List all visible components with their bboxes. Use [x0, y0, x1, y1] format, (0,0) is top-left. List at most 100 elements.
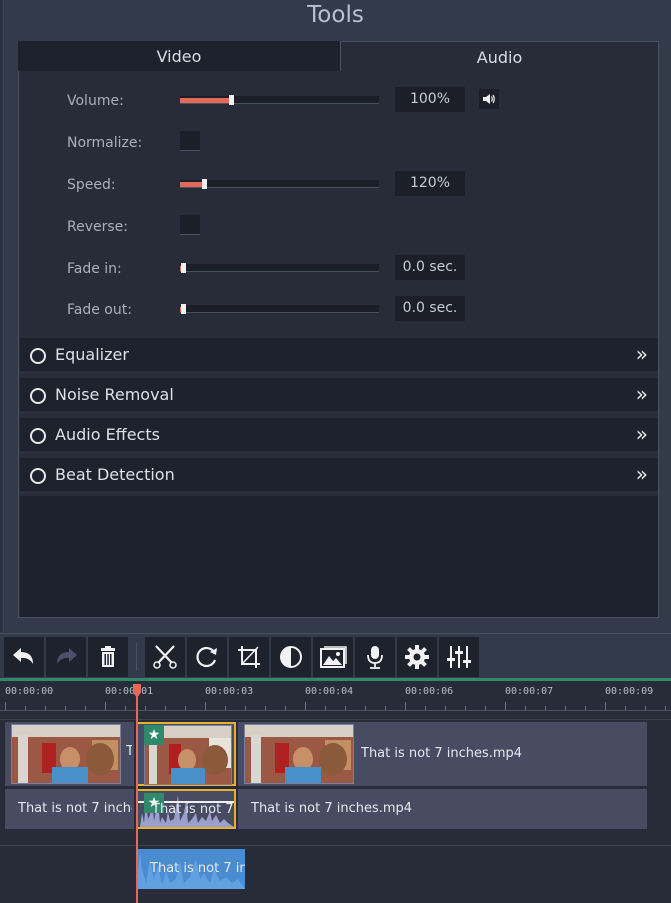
contrast-icon	[280, 646, 302, 668]
toolbar-divider	[0, 633, 671, 634]
clip-label: That is not 7 inches.mp4	[251, 801, 413, 816]
audio-mixer-button[interactable]	[439, 637, 479, 677]
normalize-row: Normalize:	[19, 129, 659, 159]
tool-tabs: Video Audio	[18, 41, 659, 73]
ruler-tick	[105, 702, 106, 710]
color-adjust-button[interactable]	[271, 637, 311, 677]
window-edge	[0, 0, 4, 632]
record-voice-button[interactable]	[355, 637, 395, 677]
video-clip[interactable]: T	[5, 722, 134, 786]
section-beat-detection[interactable]: Beat Detection »	[20, 458, 658, 494]
speed-slider-thumb[interactable]	[202, 179, 207, 189]
image-overlay-button[interactable]	[313, 637, 353, 677]
clip-label: That is not 7 in	[150, 861, 245, 876]
volume-slider[interactable]	[180, 95, 379, 105]
ruler-tick	[265, 706, 266, 710]
fade-out-slider[interactable]	[180, 304, 379, 314]
volume-value[interactable]: 100%	[395, 87, 465, 112]
ruler-tick	[445, 706, 446, 710]
clip-properties-button[interactable]	[397, 637, 437, 677]
section-title: Audio Effects	[55, 425, 160, 444]
ruler-tick	[205, 702, 206, 710]
playhead-line[interactable]	[136, 684, 138, 903]
rotate-icon	[196, 646, 217, 668]
ruler-label: 00:00:06	[405, 686, 454, 697]
radio-circle-icon	[30, 428, 46, 444]
ruler-label: 00:00:00	[5, 686, 54, 697]
ruler-tick	[465, 706, 466, 710]
fade-out-value[interactable]: 0.0 sec.	[395, 296, 465, 321]
section-audio-effects[interactable]: Audio Effects »	[20, 418, 658, 454]
redo-icon	[57, 648, 77, 664]
crop-button[interactable]	[229, 637, 269, 677]
star-icon: ★	[144, 725, 164, 745]
tab-video[interactable]: Video	[18, 41, 340, 72]
delete-button[interactable]	[88, 637, 128, 677]
tab-audio[interactable]: Audio	[340, 41, 659, 73]
clip-label: T	[126, 744, 132, 759]
ruler-tick	[485, 706, 486, 710]
speaker-icon	[483, 94, 495, 104]
ruler-tick	[285, 706, 286, 710]
audio-clip[interactable]: That is not 7 inches.mp4	[238, 789, 647, 829]
ruler-label: 00:00:03	[205, 686, 254, 697]
gear-icon	[405, 645, 429, 669]
audio-properties-panel: Volume: 100% Normalize: Speed: 120% Reve…	[18, 71, 659, 618]
ruler-label: 00:00:07	[505, 686, 554, 697]
rotate-button[interactable]	[187, 637, 227, 677]
speed-row: Speed: 120%	[19, 171, 659, 201]
trash-icon	[101, 646, 115, 667]
fade-in-value[interactable]: 0.0 sec.	[395, 255, 465, 280]
ruler-tick	[645, 706, 646, 710]
ruler-tick	[125, 706, 126, 710]
mute-button[interactable]	[479, 89, 499, 109]
undo-button[interactable]	[4, 637, 44, 677]
audio-clip-selected[interactable]: ★ That is not 7	[136, 789, 236, 829]
speed-slider[interactable]	[180, 179, 379, 189]
fade-out-slider-thumb[interactable]	[181, 304, 186, 314]
ruler-tick	[425, 706, 426, 710]
ruler-tick	[325, 706, 326, 710]
speed-value[interactable]: 120%	[395, 171, 465, 196]
redo-button[interactable]	[46, 637, 86, 677]
ruler-label: 00:00:04	[305, 686, 354, 697]
volume-row: Volume: 100%	[19, 87, 659, 117]
track-separator	[0, 719, 671, 720]
clip-label: That is not 7 inches.mp4	[361, 746, 523, 761]
timeline-ruler[interactable]: 00:00:00 00:00:01 00:00:03 00:00:04 00:0…	[0, 681, 671, 711]
ruler-tick	[665, 706, 666, 710]
video-clip-selected[interactable]: ★	[136, 722, 236, 786]
timeline[interactable]: 00:00:00 00:00:01 00:00:03 00:00:04 00:0…	[0, 681, 671, 903]
split-button[interactable]	[145, 637, 185, 677]
fade-out-label: Fade out:	[67, 302, 132, 318]
fade-in-slider-thumb[interactable]	[181, 263, 186, 273]
radio-circle-icon	[30, 348, 46, 364]
audio-clip[interactable]: That is not 7 inche	[5, 789, 134, 829]
section-title: Equalizer	[55, 345, 129, 364]
audio-track-clip[interactable]: That is not 7 in	[136, 849, 245, 889]
normalize-label: Normalize:	[67, 135, 143, 151]
volume-slider-thumb[interactable]	[229, 95, 234, 105]
toolbar-separator	[136, 643, 137, 671]
video-thumbnail	[11, 724, 121, 784]
video-clip[interactable]: That is not 7 inches.mp4	[238, 722, 647, 786]
section-noise-removal[interactable]: Noise Removal »	[20, 378, 658, 414]
ruler-tick	[585, 706, 586, 710]
double-chevron-right-icon: »	[635, 342, 648, 366]
ruler-label: 00:00:09	[605, 686, 654, 697]
ruler-tick	[45, 706, 46, 710]
clip-label: That is not 7	[152, 802, 234, 817]
ruler-tick	[65, 706, 66, 710]
normalize-checkbox[interactable]	[180, 131, 200, 151]
section-equalizer[interactable]: Equalizer »	[20, 338, 658, 374]
reverse-checkbox[interactable]	[180, 215, 200, 235]
speed-slider-fill	[180, 182, 203, 187]
reverse-row: Reverse:	[19, 213, 659, 243]
volume-slider-fill	[180, 98, 230, 103]
ruler-tick	[305, 702, 306, 710]
clip-label: That is not 7 inche	[18, 801, 132, 816]
fade-in-slider[interactable]	[180, 263, 379, 273]
reverse-label: Reverse:	[67, 219, 128, 235]
ruler-tick	[365, 706, 366, 710]
editing-toolbar	[0, 637, 671, 677]
